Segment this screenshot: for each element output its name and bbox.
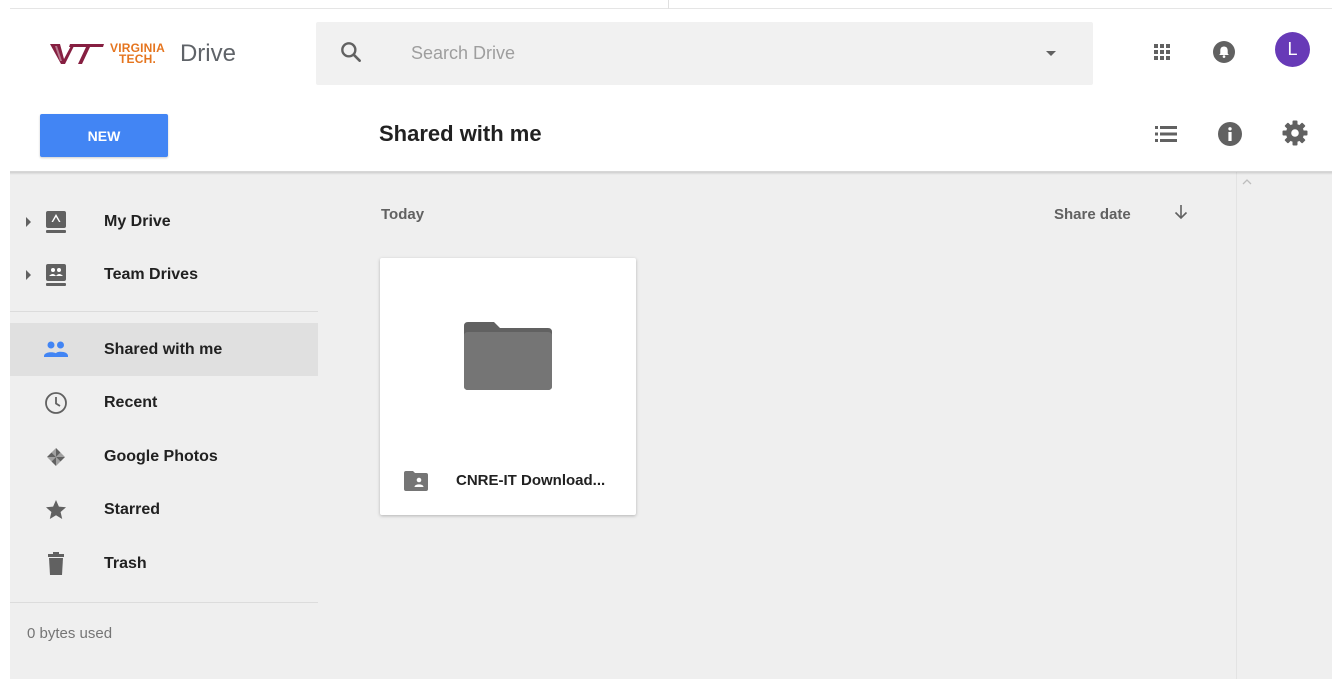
- vt-wordmark: VIRGINIA TECH.: [110, 42, 165, 66]
- apps-grid-icon[interactable]: [1153, 43, 1171, 61]
- top-border-mark: [668, 0, 669, 9]
- sidebar-item-label: Recent: [104, 393, 158, 411]
- sidebar-item-label: Starred: [104, 500, 161, 518]
- sidebar-divider: [10, 602, 318, 603]
- search-options-chevron-icon[interactable]: [1046, 51, 1056, 56]
- sidebar: My Drive Team Drives Shared with me Rece…: [10, 172, 318, 679]
- product-name: Drive: [179, 40, 236, 67]
- notifications-icon[interactable]: [1212, 40, 1236, 64]
- logo-text-line2: TECH.: [119, 52, 156, 66]
- settings-gear-icon[interactable]: [1281, 119, 1309, 147]
- sort-direction-arrow-icon[interactable]: [1171, 202, 1191, 222]
- folder-icon: [464, 322, 552, 390]
- sidebar-item-label: My Drive: [104, 212, 171, 230]
- sidebar-item-label: Shared with me: [104, 340, 223, 358]
- sidebar-item-label: Trash: [104, 554, 147, 572]
- sidebar-item-label: Team Drives: [104, 265, 198, 283]
- section-heading: Today: [381, 206, 425, 223]
- sidebar-item-trash[interactable]: Trash: [10, 537, 318, 590]
- sidebar-item-team-drives[interactable]: Team Drives: [10, 248, 318, 301]
- vt-drive-logo[interactable]: VIRGINIA TECH. Drive: [48, 38, 236, 70]
- star-icon: [43, 497, 69, 523]
- list-view-icon[interactable]: [1155, 124, 1177, 144]
- storage-usage: 0 bytes used: [27, 625, 113, 642]
- trash-icon: [43, 551, 69, 577]
- info-icon[interactable]: [1217, 121, 1243, 147]
- sidebar-item-google-photos[interactable]: Google Photos: [10, 430, 318, 483]
- sort-by-button[interactable]: Share date: [1054, 206, 1131, 223]
- sidebar-item-starred[interactable]: Starred: [10, 483, 318, 536]
- team-drives-icon: [43, 262, 69, 288]
- sidebar-item-my-drive[interactable]: My Drive: [10, 195, 318, 248]
- people-icon: [43, 337, 69, 363]
- expand-arrow-icon[interactable]: [26, 216, 31, 227]
- expand-arrow-icon[interactable]: [26, 269, 31, 280]
- page-title: Shared with me: [379, 121, 542, 146]
- file-card[interactable]: CNRE-IT Download...: [380, 258, 636, 515]
- sidebar-item-recent[interactable]: Recent: [10, 376, 318, 429]
- scrollbar-track[interactable]: [1236, 172, 1237, 679]
- top-border: [10, 8, 1332, 9]
- clock-icon: [43, 390, 69, 416]
- new-button[interactable]: NEW: [40, 114, 168, 157]
- sidebar-item-label: Google Photos: [104, 447, 218, 465]
- search-icon[interactable]: [338, 39, 364, 65]
- toolbar-shadow: [10, 171, 1332, 175]
- account-avatar[interactable]: L: [1275, 32, 1310, 67]
- pinwheel-icon: [43, 444, 69, 470]
- file-name: CNRE-IT Download...: [456, 472, 606, 489]
- vt-logo-icon: [50, 44, 104, 64]
- search-input[interactable]: [411, 22, 1011, 85]
- drive-icon: [43, 209, 69, 235]
- shared-folder-icon: [404, 471, 428, 491]
- sidebar-divider: [10, 311, 318, 312]
- sidebar-item-shared-with-me[interactable]: Shared with me: [10, 323, 318, 376]
- search-bar[interactable]: [316, 22, 1093, 85]
- scroll-up-arrow-icon[interactable]: [1242, 178, 1252, 186]
